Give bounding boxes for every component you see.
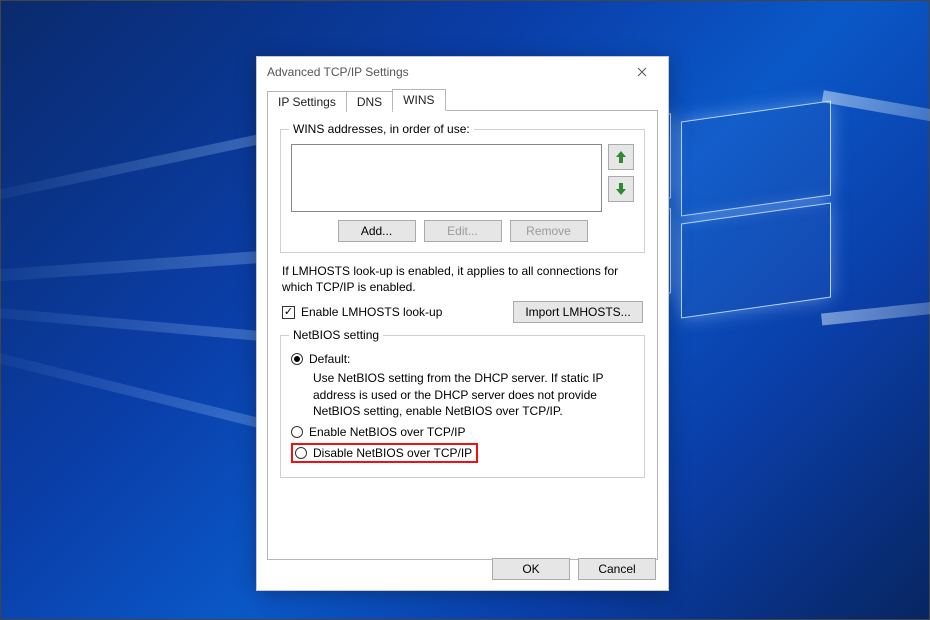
- netbios-default-desc: Use NetBIOS setting from the DHCP server…: [313, 370, 634, 419]
- radio-icon: [291, 426, 303, 438]
- tab-dns[interactable]: DNS: [346, 91, 393, 112]
- tab-ip-settings[interactable]: IP Settings: [267, 91, 347, 112]
- radio-enable-netbios[interactable]: Enable NetBIOS over TCP/IP: [291, 425, 634, 439]
- arrow-up-icon: [615, 150, 627, 164]
- highlight-disable-netbios: Disable NetBIOS over TCP/IP: [291, 443, 478, 463]
- radio-icon: [291, 353, 303, 365]
- radio-icon: [295, 447, 307, 459]
- tab-wins[interactable]: WINS: [392, 89, 445, 111]
- enable-lmhosts-label: Enable LMHOSTS look-up: [301, 305, 442, 319]
- dialog-footer: OK Cancel: [492, 558, 656, 580]
- netbios-default-label: Default:: [309, 352, 350, 366]
- import-lmhosts-button[interactable]: Import LMHOSTS...: [513, 301, 643, 323]
- remove-button[interactable]: Remove: [510, 220, 588, 242]
- add-button[interactable]: Add...: [338, 220, 416, 242]
- wins-address-listbox[interactable]: [291, 144, 602, 212]
- titlebar[interactable]: Advanced TCP/IP Settings: [257, 57, 668, 87]
- move-up-button[interactable]: [608, 144, 634, 170]
- cancel-button[interactable]: Cancel: [578, 558, 656, 580]
- wins-addresses-label: WINS addresses, in order of use:: [289, 122, 474, 136]
- enable-lmhosts-checkbox[interactable]: ✓ Enable LMHOSTS look-up: [282, 305, 442, 319]
- group-netbios-setting: NetBIOS setting Default: Use NetBIOS set…: [280, 335, 645, 478]
- tabpanel-wins: WINS addresses, in order of use: Add...: [267, 110, 658, 560]
- window-title: Advanced TCP/IP Settings: [267, 65, 409, 79]
- close-icon: [637, 67, 647, 77]
- dialog-advanced-tcpip-settings: Advanced TCP/IP Settings IP Settings DNS…: [256, 56, 669, 591]
- disable-netbios-label: Disable NetBIOS over TCP/IP: [313, 446, 472, 460]
- close-button[interactable]: [622, 59, 662, 85]
- enable-netbios-label: Enable NetBIOS over TCP/IP: [309, 425, 466, 439]
- arrow-down-icon: [615, 182, 627, 196]
- move-down-button[interactable]: [608, 176, 634, 202]
- radio-disable-netbios[interactable]: Disable NetBIOS over TCP/IP: [295, 446, 472, 460]
- edit-button[interactable]: Edit...: [424, 220, 502, 242]
- group-wins-addresses: WINS addresses, in order of use: Add...: [280, 129, 645, 253]
- tabstrip: IP Settings DNS WINS: [267, 89, 658, 111]
- lmhosts-note: If LMHOSTS look-up is enabled, it applie…: [282, 263, 643, 295]
- radio-netbios-default[interactable]: Default:: [291, 352, 634, 366]
- ok-button[interactable]: OK: [492, 558, 570, 580]
- checkbox-icon: ✓: [282, 306, 295, 319]
- netbios-group-label: NetBIOS setting: [289, 328, 383, 342]
